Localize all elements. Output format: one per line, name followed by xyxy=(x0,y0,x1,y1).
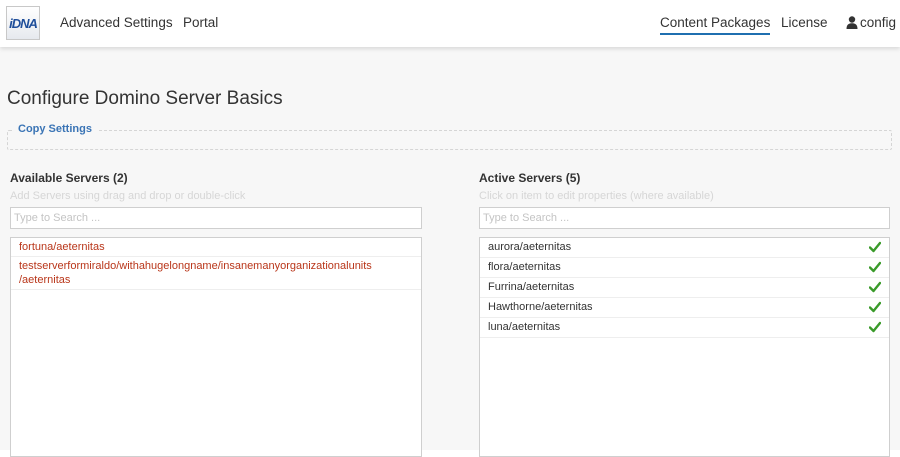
available-servers-search-input[interactable] xyxy=(10,207,422,229)
available-servers-title: Available Servers (2) xyxy=(10,171,128,185)
available-servers-list[interactable]: fortuna/aeternitas testserverformiraldo/… xyxy=(10,237,422,457)
logo-text: iDNA xyxy=(9,15,38,31)
page-content: Configure Domino Server Basics Copy Sett… xyxy=(0,47,900,457)
check-icon xyxy=(869,241,881,253)
copy-settings-fieldset xyxy=(7,130,892,150)
list-item[interactable]: testserverformiraldo/withahugelongname/i… xyxy=(11,257,421,273)
active-servers-search-input[interactable] xyxy=(479,207,890,229)
check-icon xyxy=(869,281,881,293)
list-item[interactable]: flora/aeternitas xyxy=(480,258,889,278)
check-icon xyxy=(869,301,881,313)
active-servers-hint: Click on item to edit properties (where … xyxy=(479,190,714,202)
nav-user-config[interactable]: config xyxy=(860,15,896,30)
page-title: Configure Domino Server Basics xyxy=(7,88,283,109)
nav-portal[interactable]: Portal xyxy=(183,15,218,30)
list-item[interactable]: Furrina/aeternitas xyxy=(480,278,889,298)
nav-license[interactable]: License xyxy=(781,15,828,30)
list-item[interactable]: fortuna/aeternitas xyxy=(11,238,421,257)
check-icon xyxy=(869,261,881,273)
active-servers-list[interactable]: aurora/aeternitas flora/aeternitas Furri… xyxy=(479,237,890,457)
user-icon xyxy=(846,16,858,29)
available-servers-hint: Add Servers using drag and drop or doubl… xyxy=(10,190,246,202)
list-item[interactable]: luna/aeternitas xyxy=(480,318,889,338)
list-item[interactable]: Hawthorne/aeternitas xyxy=(480,298,889,318)
list-item[interactable]: /aeternitas xyxy=(11,273,421,290)
check-icon xyxy=(869,321,881,333)
list-item[interactable]: aurora/aeternitas xyxy=(480,238,889,258)
copy-settings-toggle[interactable]: Copy Settings xyxy=(12,123,98,135)
nav-advanced-settings[interactable]: Advanced Settings xyxy=(60,15,173,30)
top-navbar: iDNA Advanced Settings Portal Content Pa… xyxy=(0,0,900,47)
active-servers-title: Active Servers (5) xyxy=(479,171,581,185)
app-logo[interactable]: iDNA xyxy=(6,6,40,40)
nav-content-packages[interactable]: Content Packages xyxy=(660,15,771,35)
